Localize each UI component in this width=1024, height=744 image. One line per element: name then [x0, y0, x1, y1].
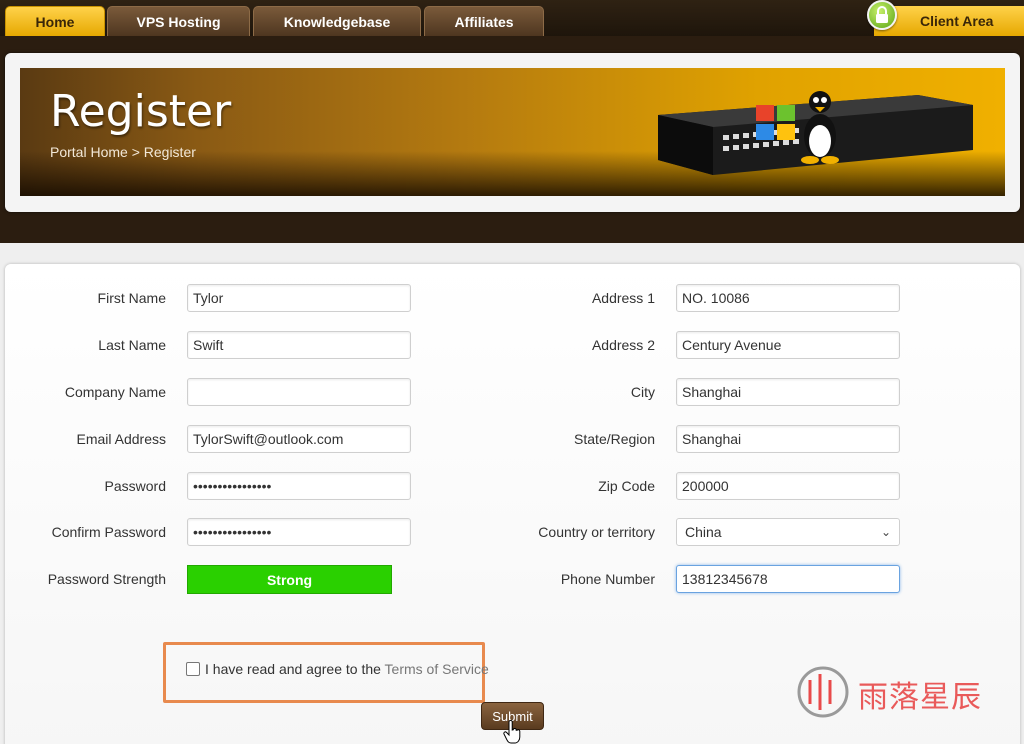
- password-label: Password: [104, 478, 166, 494]
- server-rack-illustration: [658, 91, 973, 175]
- watermark-text: 雨落星辰: [858, 680, 982, 715]
- tab-knowledgebase[interactable]: Knowledgebase: [253, 6, 421, 36]
- confirm-password-label: Confirm Password: [51, 524, 166, 540]
- address2-input[interactable]: [676, 331, 900, 359]
- password-input[interactable]: [187, 472, 411, 500]
- page-banner: Register Portal Home > Register: [20, 68, 1005, 196]
- page-title: Register: [50, 86, 232, 137]
- confirm-password-input[interactable]: [187, 518, 411, 546]
- state-label: State/Region: [574, 431, 655, 447]
- state-input[interactable]: [676, 425, 900, 453]
- chevron-down-icon: ⌄: [880, 525, 891, 539]
- password-strength-label: Password Strength: [47, 571, 166, 587]
- lock-icon: [867, 0, 897, 30]
- last-name-input[interactable]: [187, 331, 411, 359]
- phone-label: Phone Number: [560, 571, 655, 587]
- tab-affiliates[interactable]: Affiliates: [424, 6, 544, 36]
- address1-label: Address 1: [591, 290, 655, 306]
- country-select[interactable]: China ⌄: [676, 518, 900, 546]
- first-name-label: First Name: [97, 290, 166, 306]
- company-name-label: Company Name: [64, 384, 166, 400]
- tos-link[interactable]: Terms of Service: [385, 661, 489, 677]
- address1-input[interactable]: [676, 284, 900, 312]
- address2-label: Address 2: [591, 337, 655, 353]
- tab-vps-hosting[interactable]: VPS Hosting: [107, 6, 250, 36]
- country-label: Country or territory: [538, 524, 655, 540]
- password-strength-meter: Strong: [187, 565, 392, 594]
- city-label: City: [630, 384, 655, 400]
- tos-text: I have read and agree to the: [205, 661, 385, 677]
- email-label: Email Address: [76, 431, 166, 447]
- company-name-input[interactable]: [187, 378, 411, 406]
- first-name-input[interactable]: [187, 284, 411, 312]
- last-name-label: Last Name: [98, 337, 166, 353]
- tab-home[interactable]: Home: [5, 6, 105, 36]
- country-select-value: China: [685, 524, 722, 540]
- email-field[interactable]: [187, 425, 411, 453]
- breadcrumb: Portal Home > Register: [50, 144, 196, 160]
- tos-label: I have read and agree to the Terms of Se…: [205, 661, 489, 677]
- zip-label: Zip Code: [598, 478, 655, 494]
- hand-cursor-icon: [503, 720, 521, 744]
- city-input[interactable]: [676, 378, 900, 406]
- phone-input[interactable]: [676, 565, 900, 593]
- zip-input[interactable]: [676, 472, 900, 500]
- tos-checkbox[interactable]: [186, 662, 200, 676]
